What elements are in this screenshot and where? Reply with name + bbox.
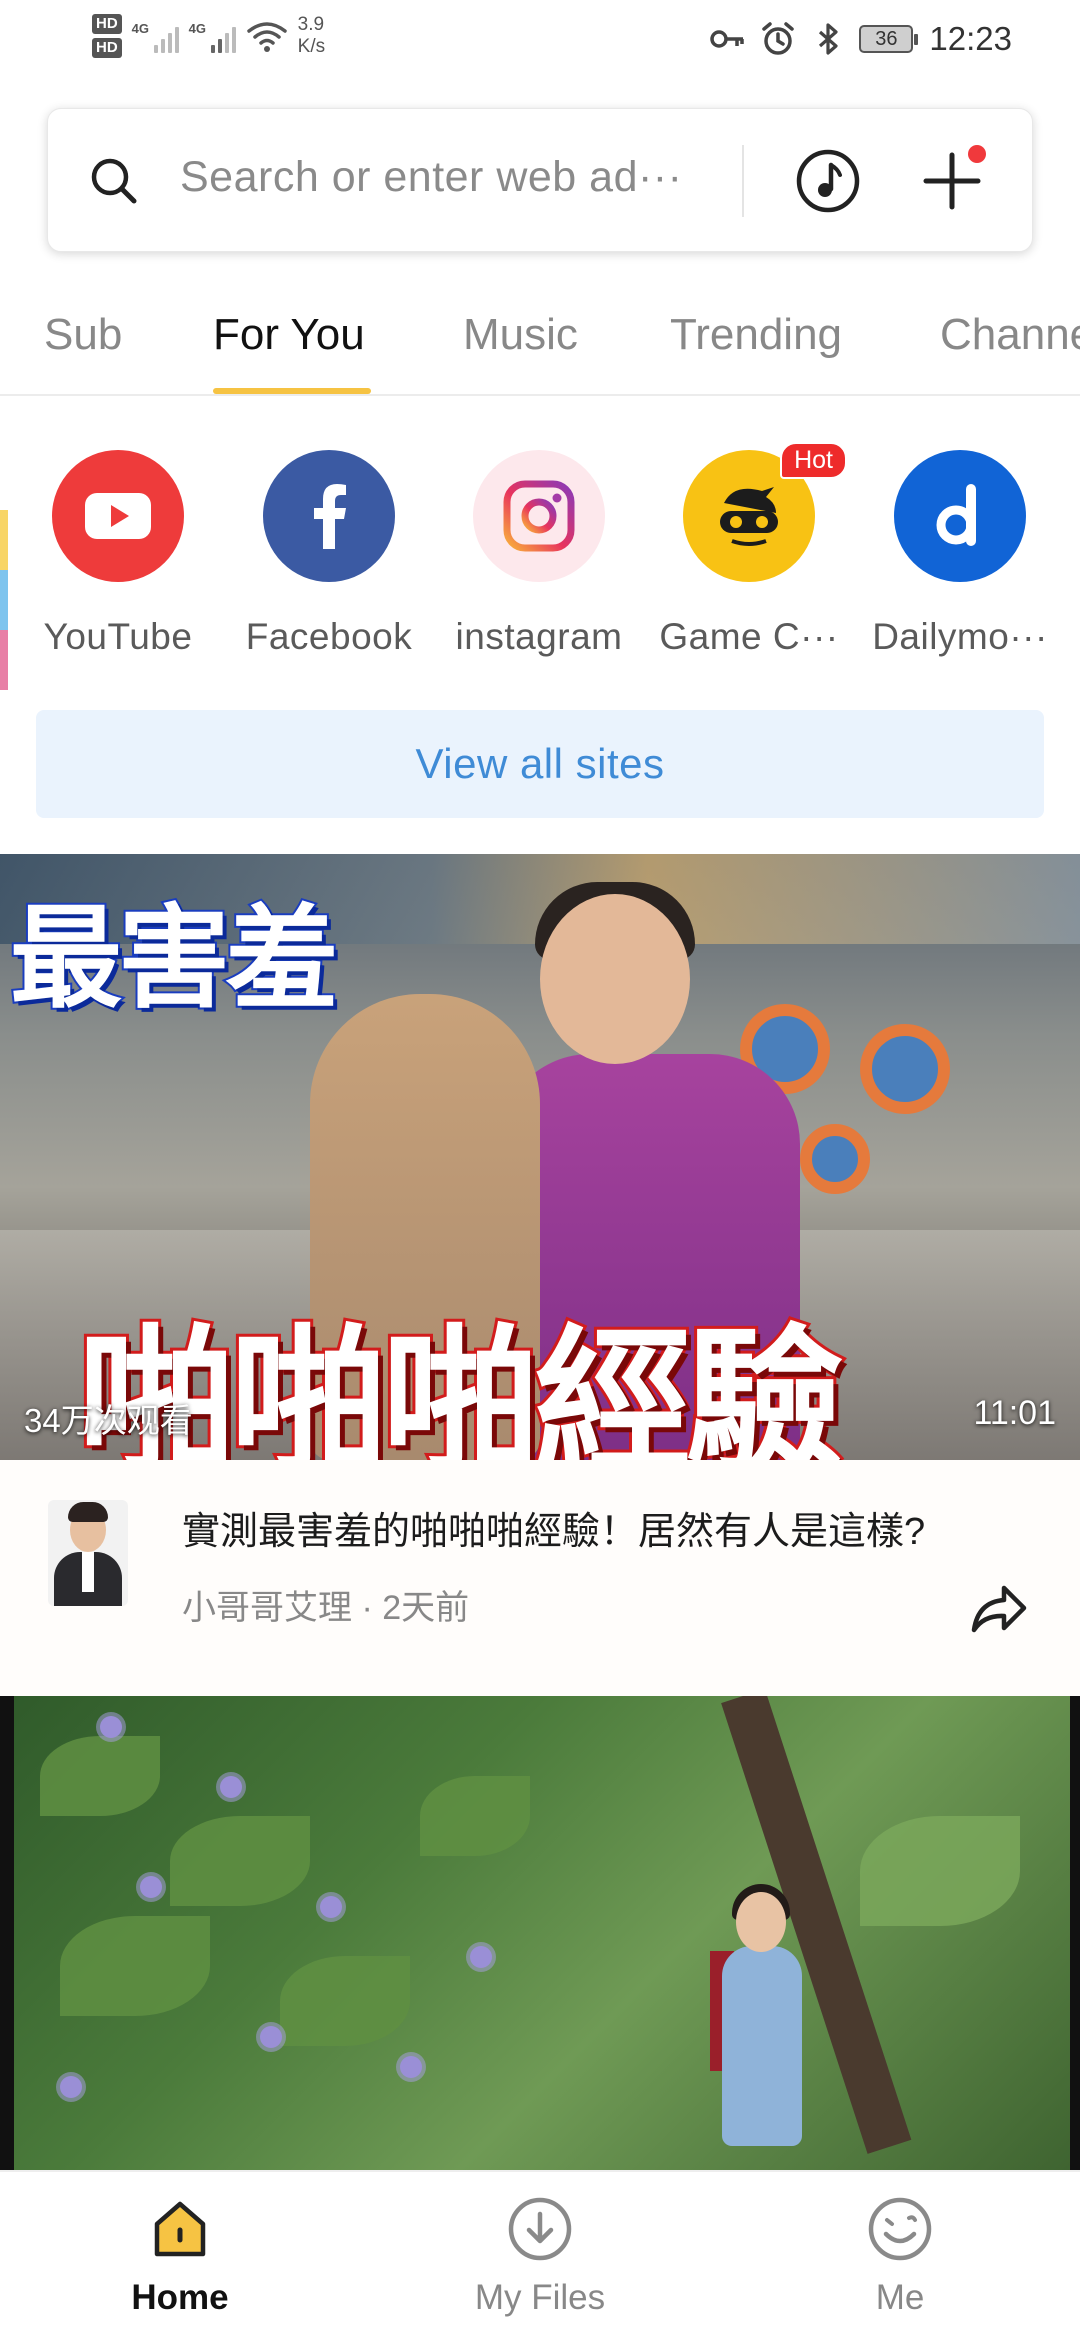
facebook-icon[interactable] (263, 450, 395, 582)
search-divider (742, 145, 744, 217)
nav-label-home: Home (131, 2278, 229, 2317)
thumbnail-flower (140, 1876, 162, 1898)
nav-label-me: Me (875, 2278, 925, 2317)
view-all-sites-button[interactable]: View all sites (36, 710, 1044, 818)
key-icon (710, 30, 745, 48)
channel-name[interactable]: 小哥哥艾理 (182, 1589, 352, 1627)
site-label-instagram: instagram (455, 616, 623, 657)
site-instagram[interactable]: instagram (434, 450, 644, 658)
thumbnail-person-face (540, 894, 690, 1064)
share-icon[interactable] (968, 1578, 1030, 1640)
category-tabs: Sub For You Music Trending Channe (0, 296, 1080, 396)
youtube-icon[interactable] (52, 450, 184, 582)
thumbnail-person-face (736, 1892, 786, 1952)
thumbnail-flower (220, 1776, 242, 1798)
thumbnail-edge (0, 1696, 14, 2170)
notification-dot (968, 145, 986, 163)
hd-indicators: HD HD (92, 14, 122, 58)
side-strip-pink (0, 630, 8, 690)
battery-icon: 36 (859, 25, 919, 53)
instagram-icon[interactable] (473, 450, 605, 582)
status-bar: HD HD 4G 4G 3.9 K/s 36 12:23 (0, 0, 1080, 96)
thumbnail-leaf (420, 1776, 530, 1856)
mural-circle (800, 1124, 870, 1194)
channel-avatar[interactable] (48, 1500, 128, 1606)
site-label-game-center: Game C··· (659, 616, 839, 657)
hd-indicator-2: HD (92, 38, 122, 58)
tab-music[interactable]: Music (463, 310, 578, 360)
network-type-2: 4G (188, 21, 207, 36)
download-icon (508, 2197, 572, 2261)
hd-indicator-1: HD (92, 14, 122, 34)
signal-icon-1: 4G (132, 19, 179, 53)
speed-unit: K/s (297, 36, 326, 57)
thumbnail-flower (470, 1946, 492, 1968)
nav-label-my-files: My Files (474, 2278, 606, 2317)
video-thumbnail-2[interactable] (0, 1696, 1080, 2170)
search-bar[interactable]: Search or enter web ad··· (47, 108, 1033, 252)
nav-my-files[interactable]: My Files (430, 2194, 650, 2318)
time-ago: 2天前 (382, 1589, 470, 1627)
app-root: HD HD 4G 4G 3.9 K/s 36 12:23 Search or e… (0, 0, 1080, 2340)
hot-badge: Hot (780, 442, 847, 479)
site-label-youtube: YouTube (43, 616, 193, 657)
alarm-icon (762, 22, 795, 55)
video-meta: 小哥哥艾理 · 2天前 (182, 1580, 469, 1629)
mural-circle (860, 1024, 950, 1114)
nav-home[interactable]: Home (70, 2194, 290, 2318)
bottom-navigation: Home My Files Me (0, 2170, 1080, 2340)
thumbnail-leaf (170, 1816, 310, 1906)
nav-me[interactable]: Me (790, 2194, 1010, 2318)
thumbnail-leaf (280, 1956, 410, 2046)
wifi-icon (246, 22, 287, 52)
search-input[interactable]: Search or enter web ad··· (180, 153, 740, 202)
dailymotion-icon[interactable] (894, 450, 1026, 582)
thumbnail-flower (320, 1896, 342, 1918)
video-duration: 11:01 (973, 1394, 1056, 1432)
thumbnail-leaf (60, 1916, 210, 2016)
battery-level: 36 (875, 28, 898, 50)
clock: 12:23 (929, 20, 1012, 57)
signal-icon-2: 4G (189, 19, 236, 53)
site-youtube[interactable]: YouTube (13, 450, 223, 658)
tab-sub[interactable]: Sub (44, 310, 122, 360)
network-type-1: 4G (131, 21, 150, 36)
thumbnail-edge (1070, 1696, 1080, 2170)
thumbnail-leaf (40, 1736, 160, 1816)
network-speed: 3.9 K/s (298, 14, 325, 58)
game-center-icon[interactable]: Hot (683, 442, 847, 582)
status-bar-left: HD HD 4G 4G 3.9 K/s (92, 14, 325, 58)
smiley-icon (868, 2197, 932, 2261)
thumbnail-flower (100, 1716, 122, 1738)
view-count: 34万次观看 (24, 1402, 193, 1439)
thumbnail-flower (400, 2056, 422, 2078)
thumbnail-leaf (860, 1816, 1020, 1926)
tab-for-you[interactable]: For You (213, 310, 365, 360)
status-bar-right: 36 12:23 (709, 20, 1012, 58)
active-tab-indicator (213, 388, 371, 394)
thumbnail-flower (260, 2026, 282, 2048)
music-icon[interactable] (794, 147, 862, 215)
home-icon (154, 2201, 206, 2257)
speed-value: 3.9 (297, 14, 325, 35)
tab-channel[interactable]: Channe (940, 310, 1080, 360)
thumbnail-title-top: 最害羞 (8, 892, 340, 1026)
site-game-center[interactable]: Hot Game C··· (644, 442, 854, 658)
side-strip-blue (0, 570, 8, 630)
thumbnail-person (722, 1946, 802, 2146)
site-label-dailymotion: Dailymo··· (872, 616, 1048, 657)
site-label-facebook: Facebook (245, 616, 413, 657)
video-title[interactable]: 實測最害羞的啪啪啪經驗！居然有人是這樣? (182, 1500, 1022, 1555)
meta-separator: · (361, 1589, 383, 1627)
tab-trending[interactable]: Trending (670, 310, 842, 360)
video-thumbnail[interactable]: 最害羞 啪啪啪經驗 34万次观看 11:01 (0, 854, 1080, 1460)
video-info[interactable]: 實測最害羞的啪啪啪經驗！居然有人是這樣? 小哥哥艾理 · 2天前 (0, 1460, 1080, 1696)
thumbnail-flower (60, 2076, 82, 2098)
side-strip-yellow (0, 510, 8, 570)
site-facebook[interactable]: Facebook (224, 450, 434, 658)
bluetooth-icon (819, 23, 839, 55)
search-icon[interactable] (86, 153, 142, 209)
site-dailymotion[interactable]: Dailymo··· (855, 450, 1065, 658)
